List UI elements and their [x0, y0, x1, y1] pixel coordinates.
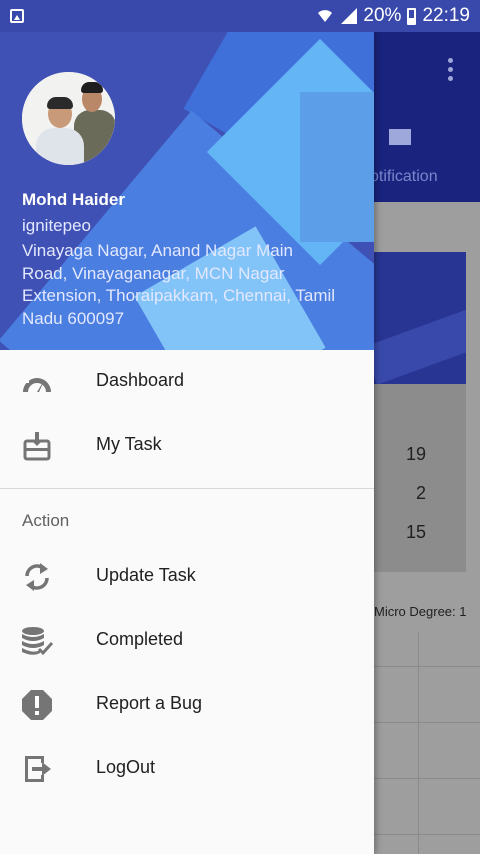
- alert-octagon-icon: [20, 689, 54, 721]
- user-name: Mohd Haider: [22, 190, 125, 209]
- stat-value: 19: [405, 444, 426, 464]
- stat-value: 15: [405, 522, 426, 542]
- more-vert-icon[interactable]: [448, 58, 454, 82]
- image-notification-icon: [10, 9, 24, 23]
- sync-icon: [20, 561, 54, 593]
- wifi-icon: [318, 10, 333, 22]
- menu-item-logout[interactable]: LogOut: [0, 737, 374, 801]
- status-bar: 20% 22:19: [0, 0, 480, 32]
- micro-degree-label: Micro Degree: 1: [374, 604, 467, 619]
- menu-item-report-bug[interactable]: Report a Bug: [0, 673, 374, 737]
- menu-item-label: Report a Bug: [96, 693, 203, 713]
- menu-item-label: My Task: [96, 434, 162, 454]
- tab-notification[interactable]: otification: [370, 168, 438, 186]
- speedometer-icon: [20, 366, 54, 398]
- stat-value: 2: [415, 483, 426, 503]
- avatar[interactable]: [22, 72, 115, 165]
- menu-item-label: Completed: [96, 629, 184, 649]
- section-header-action: Action: [0, 489, 374, 545]
- menu-item-update-task[interactable]: Update Task: [0, 545, 374, 609]
- menu-item-dashboard[interactable]: Dashboard: [0, 350, 374, 414]
- user-address: Vinayaga Nagar, Anand Nagar Main Road, V…: [22, 241, 336, 328]
- mail-icon: [389, 129, 411, 145]
- database-check-icon: [20, 625, 54, 657]
- section-title: Action: [22, 511, 70, 530]
- drawer-header: Mohd Haider ignitepeo Vinayaga Nagar, An…: [0, 32, 374, 350]
- user-company: ignitepeo: [22, 216, 92, 235]
- grid-line: [374, 834, 480, 835]
- battery-icon: [407, 7, 417, 25]
- logout-icon: [20, 753, 54, 785]
- battery-percent: 20%: [363, 5, 402, 26]
- menu-item-label: Update Task: [96, 565, 196, 585]
- clock: 22:19: [422, 5, 470, 26]
- navigation-drawer: Mohd Haider ignitepeo Vinayaga Nagar, An…: [0, 32, 374, 854]
- menu-item-completed[interactable]: Completed: [0, 609, 374, 673]
- inbox-download-icon: [20, 430, 54, 462]
- signal-icon: [341, 8, 358, 24]
- status-right: 20% 22:19: [317, 5, 470, 27]
- menu-item-label: Dashboard: [96, 370, 185, 390]
- grid-line: [374, 722, 480, 723]
- grid-line: [374, 778, 480, 779]
- menu-item-my-task[interactable]: My Task: [0, 414, 374, 478]
- grid-line: [374, 666, 480, 667]
- menu-item-label: LogOut: [96, 757, 156, 777]
- header-decoration: [300, 92, 374, 242]
- background-card-banner: [366, 252, 466, 384]
- drawer-menu: Dashboard My Task Action Update Task Com…: [0, 350, 374, 801]
